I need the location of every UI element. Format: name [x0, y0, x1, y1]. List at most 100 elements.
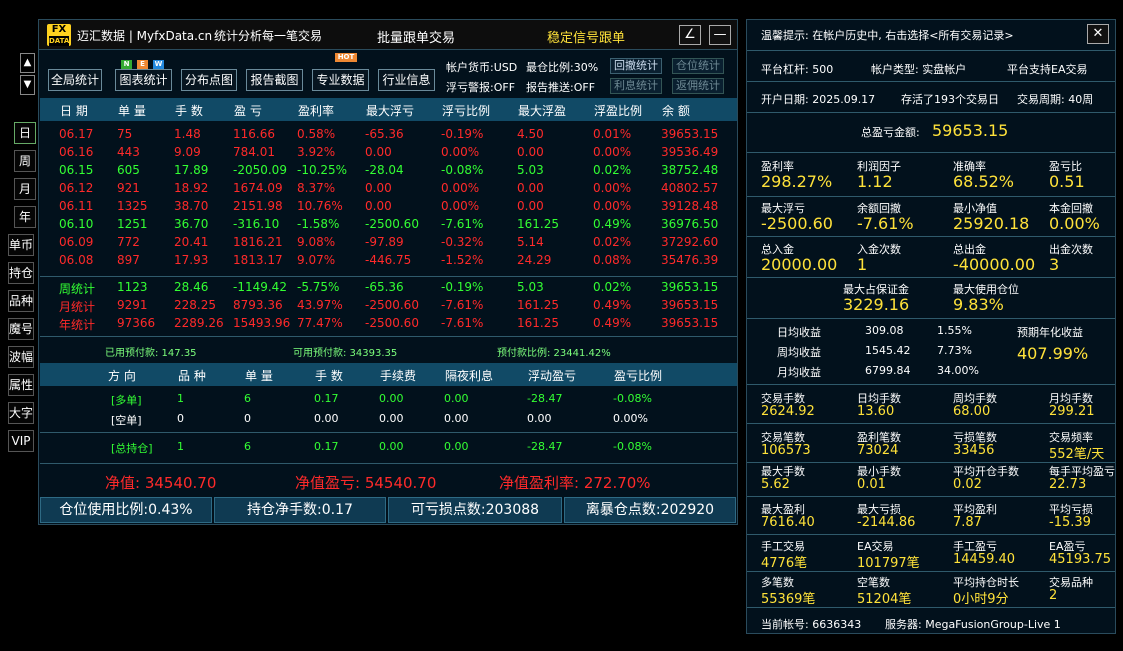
divider [40, 432, 737, 433]
side-tab-11[interactable]: VIP [8, 430, 34, 452]
s2-value-3: 552笔/天 [1049, 447, 1105, 462]
g2-value-1: -7.61% [857, 214, 914, 233]
drawdown-stats-button[interactable]: 回撤统计 [610, 58, 662, 74]
table-cell: 37292.60 [661, 235, 719, 249]
table-row: 06.11 1325 38.70 2151.98 10.76% 0.00 0.00% 0.00… [39, 198, 737, 216]
col-header: 最大浮亏 [366, 104, 415, 118]
g3-value-2: -40000.00 [953, 255, 1036, 274]
table-cell: -2050.09 [233, 163, 287, 177]
summary-cell: 5.03 [517, 280, 544, 294]
divider [747, 534, 1115, 535]
s4-value-0: 7616.40 [761, 515, 815, 530]
s3-value-1: 0.01 [857, 477, 886, 492]
hot-badge: HOT [335, 53, 357, 62]
table-cell: 0.00% [593, 181, 632, 195]
divider [747, 196, 1115, 197]
table-row: 06.12 921 18.92 1674.09 8.37% 0.00 0.00% 0.00 0.… [39, 180, 737, 198]
table-cell: 2151.98 [233, 199, 283, 213]
side-tab-10[interactable]: 大字 [8, 402, 34, 424]
table-cell: 0.00% [441, 181, 480, 195]
table-cell: 17.93 [174, 253, 209, 267]
side-tab-4[interactable]: 单币 [8, 234, 34, 256]
summary-cell: 28.46 [174, 280, 209, 294]
summary-cell: 1123 [117, 280, 148, 294]
close-icon[interactable]: ✕ [1087, 24, 1109, 44]
pos-col-header: 品 种 [178, 369, 206, 383]
table-cell: 161.25 [517, 217, 559, 231]
global-stats-button[interactable]: 全局统计 [48, 69, 102, 91]
chart-stats-button[interactable]: 图表统计 [115, 69, 172, 91]
position-cell: 0.17 [314, 440, 339, 453]
col-header: 最大浮盈 [518, 104, 567, 118]
position-cell: 6 [244, 392, 251, 405]
table-cell: 20.41 [174, 235, 209, 249]
side-tab-7[interactable]: 魔号 [8, 318, 34, 340]
scatter-chart-button[interactable]: 分布点图 [181, 69, 237, 91]
table-cell: 75 [117, 127, 133, 141]
interest-stats-button[interactable]: 利息统计 [610, 78, 662, 94]
scroll-down-button[interactable]: ▼ [20, 75, 35, 95]
summary-cell: 161.25 [517, 316, 559, 330]
table-cell: 06.12 [59, 181, 94, 195]
table-cell: 1251 [117, 217, 148, 231]
table-cell: 8.37% [297, 181, 336, 195]
ea-support: 平台支持EA交易 [1007, 63, 1088, 76]
divider [747, 152, 1115, 153]
edit-icon[interactable]: ∠ [679, 25, 701, 45]
position-cell: [空单] [111, 414, 142, 427]
scroll-up-button[interactable]: ▲ [20, 53, 35, 73]
side-tab-2[interactable]: 月 [14, 178, 36, 200]
report-screenshot-button[interactable]: 报告截图 [246, 69, 303, 91]
table-cell: 116.66 [233, 127, 275, 141]
side-tab-3[interactable]: 年 [14, 206, 36, 228]
g3-value-3: 3 [1049, 255, 1060, 274]
side-tab-1[interactable]: 周 [14, 150, 36, 172]
annual-return-value: 407.99% [1017, 344, 1089, 363]
summary-cell: 97366 [117, 316, 156, 330]
summary-cell: -2500.60 [365, 298, 419, 312]
stable-signal-link[interactable]: 稳定信号跟单 [547, 27, 625, 46]
brand-name: 迈汇数据 | MyfxData.cn [77, 29, 213, 43]
side-tab-6[interactable]: 品种 [8, 290, 34, 312]
table-cell: -2500.60 [365, 217, 419, 231]
table-cell: -316.10 [233, 217, 280, 231]
rebate-stats-button[interactable]: 返佣统计 [672, 78, 724, 94]
summary-cell: -1149.42 [233, 280, 287, 294]
s1-value-0: 2624.92 [761, 404, 815, 419]
summary-cell: 39653.15 [661, 280, 719, 294]
position-row: [多单] 1 6 0.17 0.00 0.00 -28.47 -0.08% [39, 391, 737, 409]
s6-value-3: 2 [1049, 588, 1058, 603]
pos-col-header: 隔夜利息 [445, 369, 494, 383]
avg-label-1: 周均收益 [777, 346, 821, 359]
summary-cell: 228.25 [174, 298, 216, 312]
table-cell: 5.14 [517, 235, 544, 249]
equity-profit-rate: 净值盈利率: 272.70% [499, 474, 651, 492]
title-bar: FX DATA 迈汇数据 | MyfxData.cn 统计分析每一笔交易 批量跟单… [39, 20, 737, 50]
summary-cell: 2289.26 [174, 316, 224, 330]
summary-cell: 77.47% [297, 316, 343, 330]
summary-cell: 周统计 [59, 282, 96, 296]
position-stats-button[interactable]: 仓位统计 [672, 58, 724, 74]
side-tab-9[interactable]: 属性 [8, 374, 34, 396]
table-cell: 0.00 [365, 145, 392, 159]
account-type: 帐户类型: 实盘帐户 [871, 63, 967, 76]
side-tab-8[interactable]: 波幅 [8, 346, 34, 368]
position-cell: 0.00 [379, 412, 404, 425]
divider [747, 384, 1115, 385]
side-tab-5[interactable]: 持仓 [8, 262, 34, 284]
table-cell: 0.01% [593, 127, 632, 141]
batch-copy-title: 批量跟单交易 [377, 31, 456, 46]
table-cell: -446.75 [365, 253, 412, 267]
pro-data-button[interactable]: 专业数据 [312, 69, 369, 91]
position-cell: 1 [177, 440, 184, 453]
table-cell: 1816.21 [233, 235, 283, 249]
table-cell: 0.00 [365, 181, 392, 195]
industry-info-button[interactable]: 行业信息 [378, 69, 435, 91]
s4-value-3: -15.39 [1049, 515, 1091, 530]
minimize-button[interactable]: — [709, 25, 731, 45]
summary-cell: 39653.15 [661, 316, 719, 330]
table-cell: -28.04 [365, 163, 404, 177]
side-tab-0[interactable]: 日 [14, 122, 36, 144]
table-cell: -0.19% [441, 127, 484, 141]
table-cell: 39128.48 [661, 199, 719, 213]
